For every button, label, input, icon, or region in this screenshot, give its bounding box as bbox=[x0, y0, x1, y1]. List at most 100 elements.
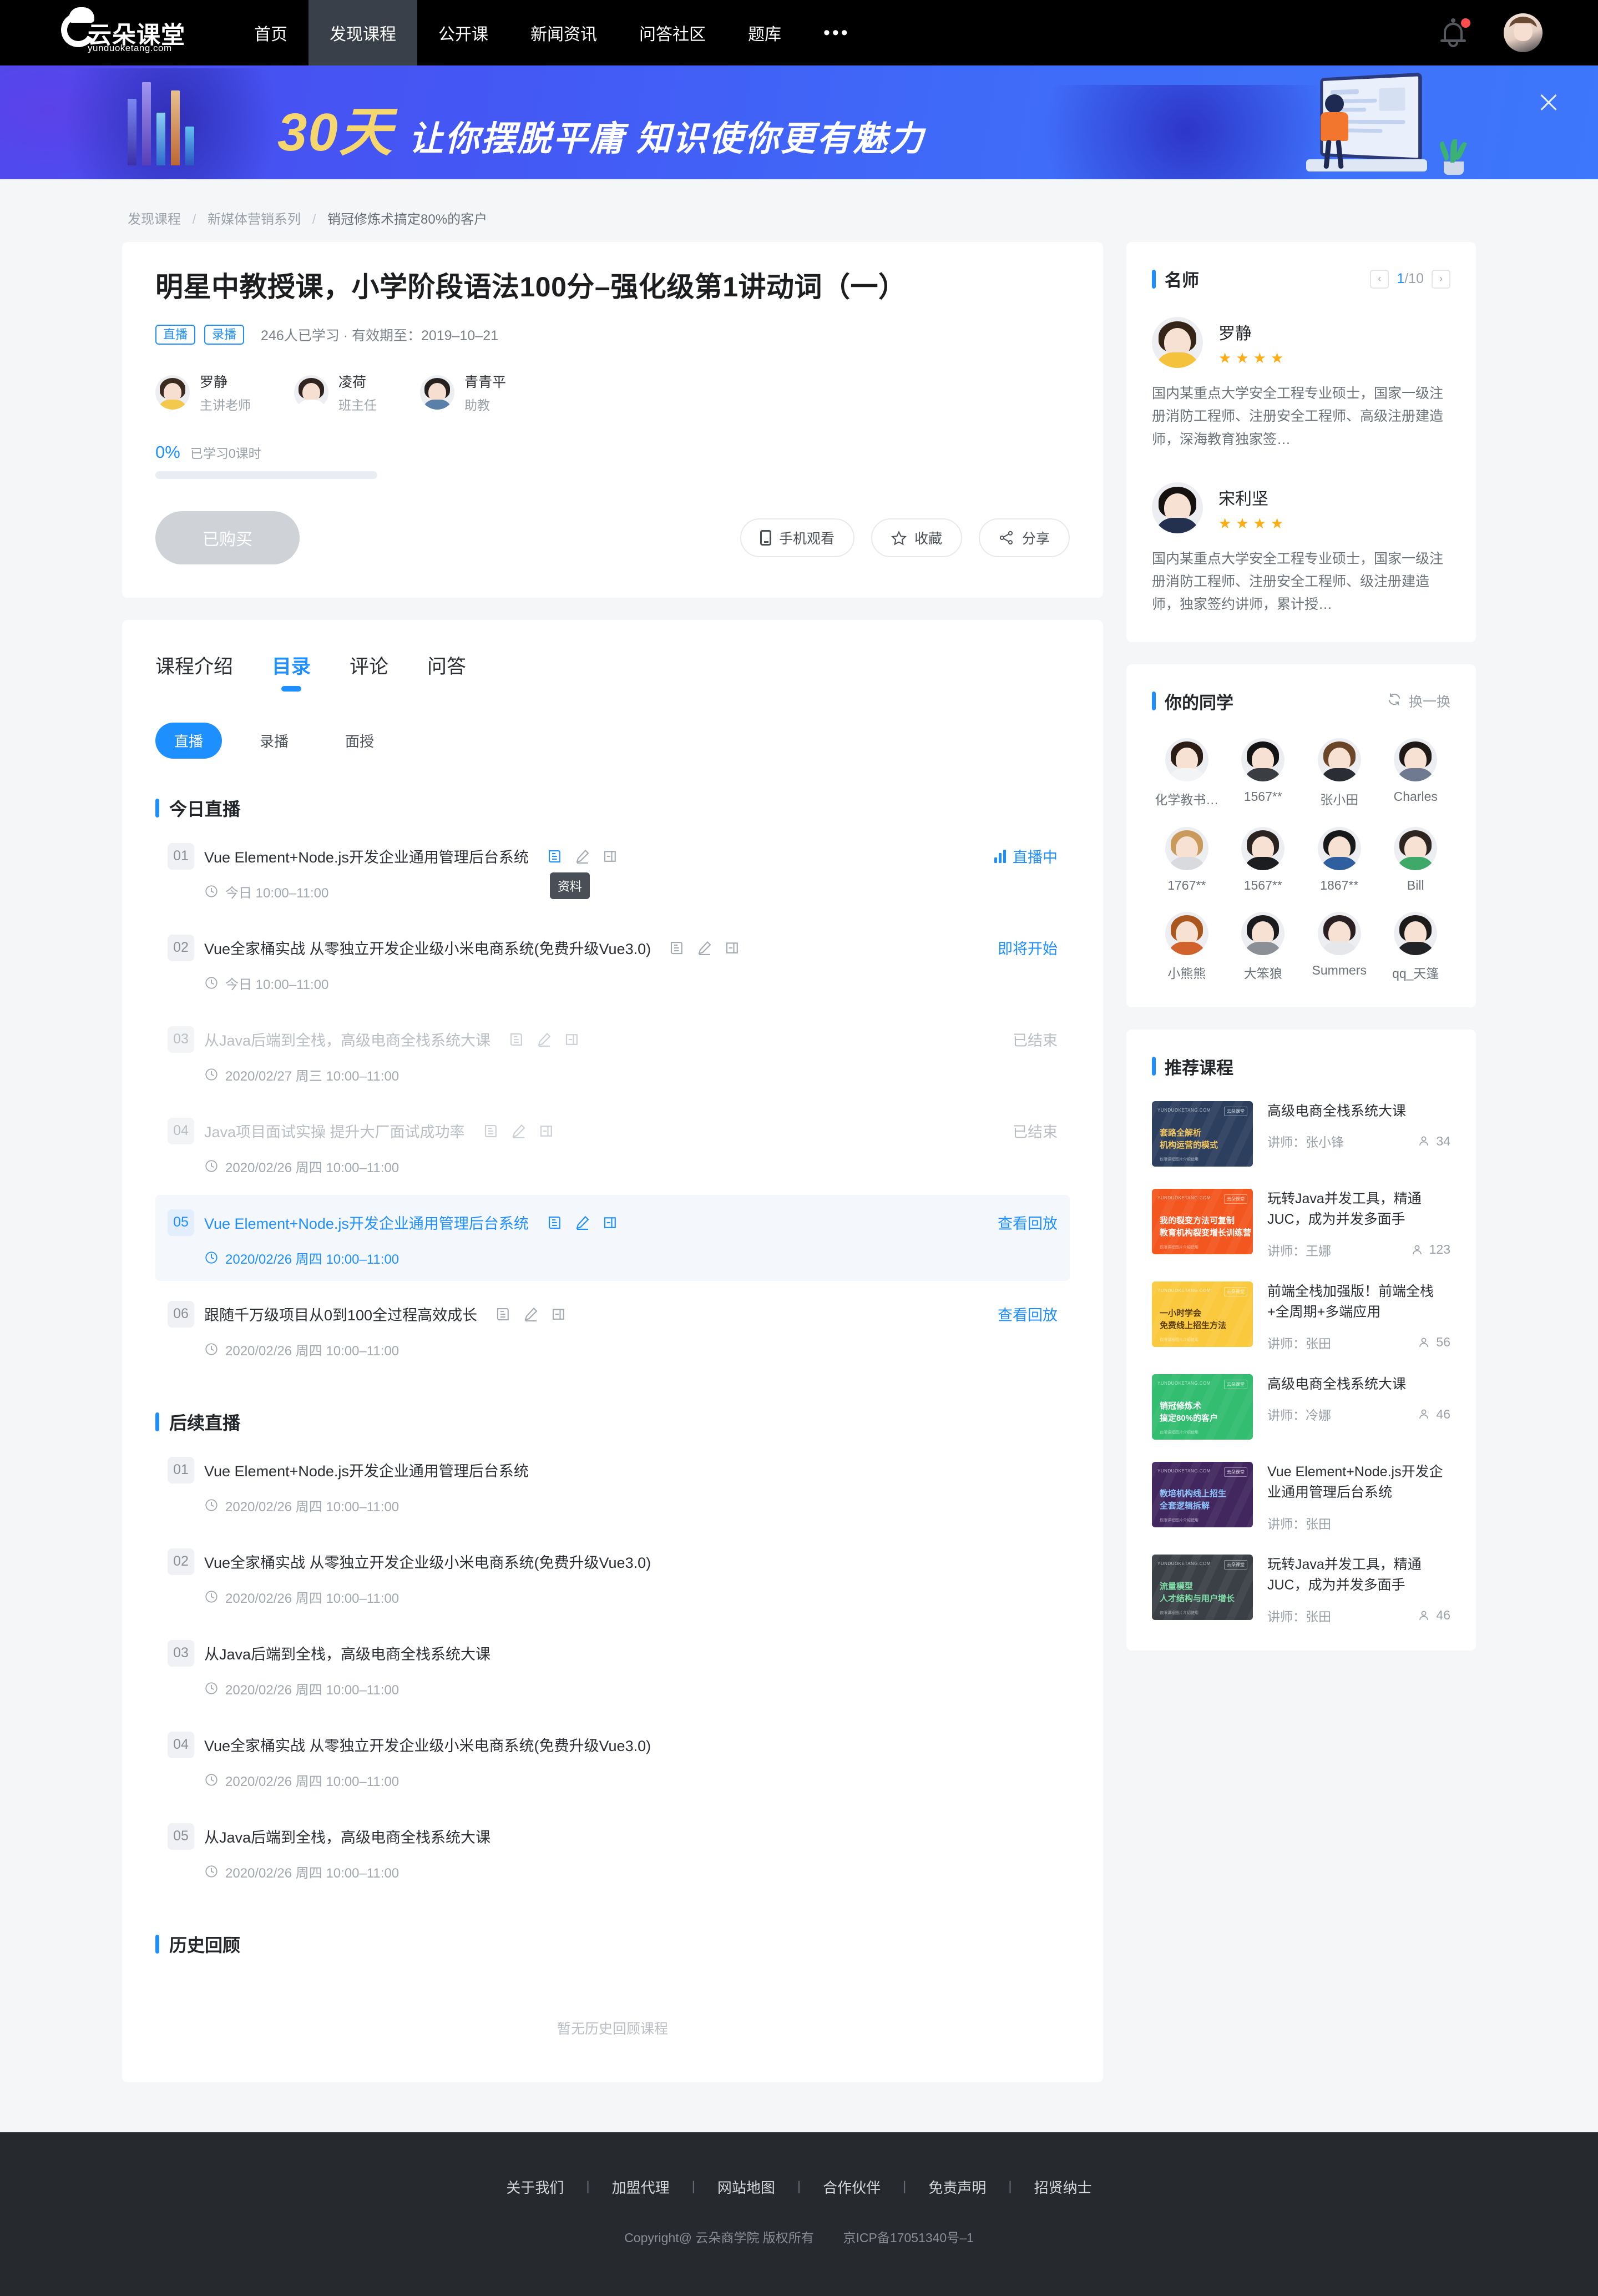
materials-icon[interactable] bbox=[547, 1214, 563, 1231]
lesson-row[interactable]: 03 从Java后端到全栈，高级电商全栈系统大课 已结束 2020/02/27 … bbox=[155, 1012, 1070, 1098]
classmate-name: Bill bbox=[1407, 877, 1424, 892]
recommended-course-item[interactable]: YUNDUOKETANG.COM 云朵课堂 销冠修炼术 搞定80%的客户 仅限课… bbox=[1152, 1374, 1450, 1440]
promo-banner[interactable]: 30天 让你摆脱平庸 知识使你更有魅力 bbox=[0, 65, 1598, 179]
lesson-row[interactable]: 04 Java项目面试实操 提升大厂面试成功率 已结束 2020/02/26 周… bbox=[155, 1103, 1070, 1189]
tab-comments[interactable]: 评论 bbox=[350, 651, 388, 692]
chip-live[interactable]: 直播 bbox=[155, 722, 222, 759]
lesson-row[interactable]: 02 Vue全家桶实战 从零独立开发企业级小米电商系统(免费升级Vue3.0) … bbox=[155, 920, 1070, 1006]
classmate-name: 小熊熊 bbox=[1167, 966, 1206, 981]
homework-icon[interactable] bbox=[510, 1123, 527, 1139]
lesson-row[interactable]: 03 从Java后端到全栈，高级电商全栈系统大课 2020/02/26 周四 1… bbox=[155, 1626, 1070, 1712]
materials-icon[interactable] bbox=[483, 1123, 499, 1139]
recommended-course-teacher: 讲师：张田 bbox=[1267, 1336, 1331, 1351]
lesson-row[interactable]: 04 Vue全家桶实战 从零独立开发企业级小米电商系统(免费升级Vue3.0) … bbox=[155, 1717, 1070, 1803]
tab-catalog[interactable]: 目录 bbox=[272, 651, 311, 692]
chevron-left-icon[interactable]: ‹ bbox=[1370, 269, 1389, 289]
lesson-row[interactable]: 01 Vue Element+Node.js开发企业通用管理后台系统 2020/… bbox=[155, 1442, 1070, 1528]
chevron-right-icon[interactable]: › bbox=[1432, 269, 1450, 289]
enrolled-count: 123 bbox=[1410, 1242, 1450, 1257]
avatar bbox=[1241, 738, 1285, 781]
footer-link[interactable]: 免责声明 bbox=[906, 2177, 1008, 2197]
notes-icon[interactable] bbox=[602, 1214, 619, 1231]
footer-link[interactable]: 网站地图 bbox=[695, 2177, 797, 2197]
materials-icon[interactable] bbox=[508, 1031, 525, 1048]
classmate-item[interactable]: 1567** bbox=[1228, 738, 1298, 808]
lesson-row[interactable]: 01 Vue Element+Node.js开发企业通用管理后台系统 资料 直播… bbox=[155, 829, 1070, 915]
tooltip-content: 资料 bbox=[549, 872, 590, 899]
progress-block: 0% 已学习0课时 bbox=[155, 442, 1070, 479]
section-title: 今日直播 bbox=[169, 799, 241, 819]
breadcrumb-item-0[interactable]: 发现课程 bbox=[128, 212, 181, 227]
nav-item-discover-courses[interactable]: 发现课程 bbox=[309, 0, 417, 65]
lesson-row[interactable]: 02 Vue全家桶实战 从零独立开发企业级小米电商系统(免费升级Vue3.0) … bbox=[155, 1534, 1070, 1620]
notes-icon[interactable] bbox=[724, 940, 741, 956]
nav-item-home[interactable]: 首页 bbox=[233, 0, 309, 65]
notes-icon[interactable] bbox=[538, 1123, 555, 1139]
refresh-classmates-button[interactable]: 换一换 bbox=[1387, 691, 1450, 711]
nav-item-more[interactable]: ••• bbox=[802, 0, 871, 65]
nav-item-qa-community[interactable]: 问答社区 bbox=[618, 0, 727, 65]
notes-icon[interactable] bbox=[550, 1306, 567, 1323]
classmate-item[interactable]: Summers bbox=[1304, 911, 1374, 982]
lesson-row[interactable]: 05 Vue Element+Node.js开发企业通用管理后台系统 查看回放 … bbox=[155, 1194, 1070, 1281]
tab-qa[interactable]: 问答 bbox=[427, 651, 466, 692]
footer-link[interactable]: 关于我们 bbox=[484, 2177, 586, 2197]
homework-icon[interactable] bbox=[696, 940, 713, 956]
nav-item-news[interactable]: 新闻资讯 bbox=[509, 0, 618, 65]
teacher-entry[interactable]: 宋利坚 ★ ★ ★ ★ bbox=[1152, 482, 1450, 533]
chip-recorded[interactable]: 录播 bbox=[241, 723, 307, 759]
nav-item-question-bank[interactable]: 题库 bbox=[727, 0, 802, 65]
homework-icon[interactable] bbox=[574, 848, 591, 865]
classmate-item[interactable]: Bill bbox=[1381, 826, 1451, 893]
recommended-course-item[interactable]: YUNDUOKETANG.COM 云朵课堂 教培机构线上招生 全套逻辑拆解 仅限… bbox=[1152, 1461, 1450, 1532]
lesson-status[interactable]: 即将开始 bbox=[998, 937, 1058, 958]
classmate-item[interactable]: 1567** bbox=[1228, 826, 1298, 893]
refresh-icon bbox=[1387, 692, 1402, 711]
classmate-item[interactable]: 张小田 bbox=[1304, 738, 1374, 808]
notes-icon[interactable] bbox=[564, 1031, 580, 1048]
lesson-row[interactable]: 05 从Java后端到全栈，高级电商全栈系统大课 2020/02/26 周四 1… bbox=[155, 1809, 1070, 1895]
chip-offline[interactable]: 面授 bbox=[326, 723, 393, 759]
lesson-status[interactable]: 查看回放 bbox=[998, 1212, 1058, 1233]
homework-icon[interactable] bbox=[523, 1306, 539, 1323]
site-logo[interactable]: 云朵课堂 yunduoketang.com bbox=[0, 0, 233, 65]
user-avatar[interactable] bbox=[1504, 13, 1543, 52]
lesson-row[interactable]: 06 跟随千万级项目从0到100全过程高效成长 查看回放 2020/02/26 … bbox=[155, 1286, 1070, 1372]
classmate-item[interactable]: 1867** bbox=[1304, 826, 1374, 893]
classmate-item[interactable]: 大笨狼 bbox=[1228, 911, 1298, 982]
footer-link[interactable]: 招贤纳士 bbox=[1012, 2177, 1114, 2197]
teacher-entry[interactable]: 罗静 ★ ★ ★ ★ bbox=[1152, 317, 1450, 368]
homework-icon[interactable] bbox=[536, 1031, 553, 1048]
recommended-course-item[interactable]: YUNDUOKETANG.COM 云朵课堂 流量模型 人才结构与用户增长 仅限课… bbox=[1152, 1554, 1450, 1625]
footer-link[interactable]: 加盟代理 bbox=[590, 2177, 692, 2197]
nav-item-public-class[interactable]: 公开课 bbox=[417, 0, 509, 65]
materials-icon[interactable] bbox=[547, 848, 563, 865]
teacher-chip[interactable]: 罗静 主讲老师 bbox=[155, 371, 251, 413]
breadcrumb-item-1[interactable]: 新媒体营销系列 bbox=[208, 212, 301, 227]
section-accent-bar bbox=[155, 1412, 159, 1431]
materials-icon[interactable] bbox=[495, 1306, 512, 1323]
tab-course-intro[interactable]: 课程介绍 bbox=[155, 651, 233, 692]
recommended-course-item[interactable]: YUNDUOKETANG.COM 云朵课堂 套路全解析 机构运营的模式 仅限课程… bbox=[1152, 1101, 1450, 1167]
favorite-button[interactable]: 收藏 bbox=[871, 518, 962, 557]
teacher-chip[interactable]: 凌荷 班主任 bbox=[294, 371, 377, 413]
notes-icon[interactable] bbox=[602, 848, 619, 865]
close-icon[interactable] bbox=[1536, 90, 1561, 115]
lesson-status[interactable]: 直播中 bbox=[994, 845, 1058, 867]
share-button[interactable]: 分享 bbox=[978, 518, 1070, 557]
classmate-item[interactable]: Charles bbox=[1381, 738, 1451, 808]
recommended-course-item[interactable]: YUNDUOKETANG.COM 云朵课堂 我的裂变方法可复制 教育机构裂变增长… bbox=[1152, 1188, 1450, 1259]
mobile-watch-button[interactable]: 手机观看 bbox=[740, 518, 854, 557]
purchase-button[interactable]: 已购买 bbox=[155, 511, 300, 564]
classmate-item[interactable]: 小熊熊 bbox=[1152, 911, 1222, 982]
teacher-chip[interactable]: 青青平 助教 bbox=[420, 371, 506, 413]
lesson-status[interactable]: 查看回放 bbox=[998, 1303, 1058, 1325]
classmate-item[interactable]: 化学教书… bbox=[1152, 738, 1222, 808]
materials-icon[interactable] bbox=[669, 940, 685, 956]
bell-icon[interactable] bbox=[1440, 17, 1470, 48]
footer-link[interactable]: 合作伙伴 bbox=[801, 2177, 903, 2197]
classmate-item[interactable]: 1767** bbox=[1152, 826, 1222, 893]
classmate-item[interactable]: qq_天篷 bbox=[1381, 911, 1451, 982]
homework-icon[interactable] bbox=[574, 1214, 591, 1231]
recommended-course-item[interactable]: YUNDUOKETANG.COM 云朵课堂 一小时学会 免费线上招生方法 仅限课… bbox=[1152, 1281, 1450, 1352]
